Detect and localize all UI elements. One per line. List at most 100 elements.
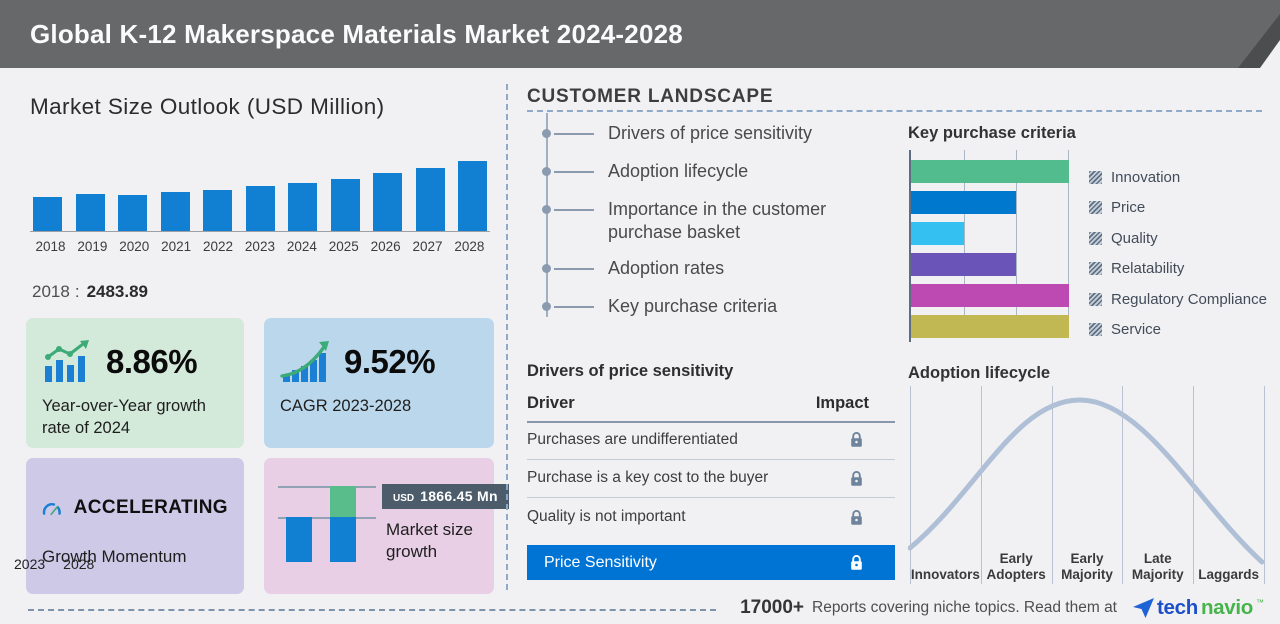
footer: 17000+ Reports covering niche topics. Re… <box>740 592 1264 624</box>
column-impact: Impact <box>816 394 869 413</box>
market-size-year-axis: 2018201920202021202220232024202520262027… <box>30 239 490 254</box>
stage-label-late-majority: Late Majority <box>1122 539 1194 583</box>
growth-bar-2023 <box>286 517 312 562</box>
driver-row-2: Purchase is a key cost to the buyer <box>527 460 895 499</box>
price-sensitivity-table-header: Driver Impact <box>527 394 895 423</box>
key-purchase-criteria-title: Key purchase criteria <box>908 124 1076 143</box>
yoy-icon-row: 8.86% <box>42 340 228 384</box>
logo-tech: tech <box>1157 596 1198 620</box>
stage-label-early-adopters: Early Adopters <box>980 539 1052 583</box>
legend-swatch-icon <box>1089 171 1102 184</box>
driver-label: Purchases are undifferentiated <box>527 431 738 449</box>
growth-top-line <box>278 486 376 488</box>
landscape-item-3: Importance in the customer purchase bask… <box>546 198 894 243</box>
landscape-item-5: Key purchase criteria <box>546 295 894 319</box>
growth-end-year: 2028 <box>63 556 94 572</box>
legend-label: Regulatory Compliance <box>1111 291 1267 308</box>
market-size-bar-2019 <box>76 194 105 231</box>
stage-label-innovators: Innovators <box>909 539 981 583</box>
year-label-2028: 2028 <box>449 239 490 254</box>
year-label-2018: 2018 <box>30 239 71 254</box>
market-size-bar-2018 <box>33 197 62 231</box>
base-year-label: 2018 <box>32 282 70 301</box>
customer-landscape-title: CUSTOMER LANDSCAPE <box>527 86 773 108</box>
driver-row-1: Purchases are undifferentiated <box>527 421 895 460</box>
kpc-bar-innovation <box>911 160 1069 183</box>
cagr-card: 9.52% CAGR 2023-2028 <box>264 318 494 448</box>
kpc-bar-row-relatability <box>911 253 1069 284</box>
momentum-value: ACCELERATING <box>74 497 228 519</box>
bar-chart-trend-icon <box>42 340 94 384</box>
dashed-underline <box>527 110 1262 112</box>
kpc-legend-item-regulatory-compliance: Regulatory Compliance <box>1089 284 1267 315</box>
legend-swatch-icon <box>1089 232 1102 245</box>
footer-note: Reports covering niche topics. Read them… <box>812 599 1117 617</box>
year-label-2020: 2020 <box>114 239 155 254</box>
kpc-bar-row-service <box>911 315 1069 346</box>
stat-cards-grid: 8.86% Year-over-Year growth rate of 2024… <box>26 318 494 594</box>
yoy-growth-caption: Year-over-Year growth rate of 2024 <box>42 396 228 440</box>
legend-label: Service <box>1111 321 1161 338</box>
growth-bar-2028 <box>330 517 356 562</box>
market-size-bar-2024 <box>288 183 317 231</box>
legend-swatch-icon <box>1089 262 1102 275</box>
stage-label-laggards: Laggards <box>1193 539 1265 583</box>
kpc-bar-row-quality <box>911 222 1069 253</box>
kpc-legend-item-quality: Quality <box>1089 223 1267 254</box>
kpc-bar-row-innovation <box>911 160 1069 191</box>
base-year-line: 2018:2483.89 <box>32 282 148 302</box>
growth-caption: Market size growth <box>386 519 480 564</box>
legend-swatch-icon <box>1089 201 1102 214</box>
year-label-2027: 2027 <box>407 239 448 254</box>
landscape-item-1: Drivers of price sensitivity <box>546 122 894 146</box>
kpc-legend-item-service: Service <box>1089 315 1267 346</box>
market-size-bar-2021 <box>161 192 190 231</box>
lock-icon <box>849 509 864 526</box>
market-size-bar-2027 <box>416 168 445 231</box>
market-size-bar-2023 <box>246 186 275 231</box>
market-size-bar-2025 <box>331 179 360 231</box>
base-year-value: 2483.89 <box>87 282 148 301</box>
technavio-logo[interactable]: technavio™ <box>1133 596 1264 620</box>
year-label-2023: 2023 <box>239 239 280 254</box>
driver-row-3: Quality is not important <box>527 498 895 537</box>
growth-amount: 1866.45 Mn <box>420 488 498 504</box>
technavio-arrow-icon <box>1133 598 1154 618</box>
driver-label: Purchase is a key cost to the buyer <box>527 469 768 487</box>
cagr-value: 9.52% <box>344 343 435 381</box>
momentum-card: ACCELERATING Growth Momentum <box>26 458 244 594</box>
legend-swatch-icon <box>1089 293 1102 306</box>
year-label-2026: 2026 <box>365 239 406 254</box>
kpc-bar-relatability <box>911 253 1016 276</box>
landscape-item-label: Adoption lifecycle <box>608 161 748 181</box>
column-driver: Driver <box>527 394 575 413</box>
landscape-item-label: Adoption rates <box>608 258 724 278</box>
year-label-2025: 2025 <box>323 239 364 254</box>
landscape-item-4: Adoption rates <box>546 257 894 281</box>
market-growth-card: USD 1866.45 Mn Market size growth <box>264 458 494 594</box>
kpc-bar-price <box>911 191 1016 214</box>
growth-arrow-icon <box>280 340 332 384</box>
adoption-lifecycle-chart: InnovatorsEarly AdoptersEarly MajorityLa… <box>908 386 1264 584</box>
highlight-label: Price Sensitivity <box>544 554 657 572</box>
page-title: Global K-12 Makerspace Materials Market … <box>0 0 1280 68</box>
yoy-growth-card: 8.86% Year-over-Year growth rate of 2024 <box>26 318 244 448</box>
footer-dashed-line <box>28 609 716 611</box>
year-label-2021: 2021 <box>156 239 197 254</box>
kpc-bar-service <box>911 315 1069 338</box>
base-year-separator: : <box>75 282 80 301</box>
growth-mini-axis: 2023 2028 <box>14 556 124 572</box>
market-size-bar-chart <box>30 146 490 232</box>
page-fold-icon <box>1180 0 1280 68</box>
market-size-bar-2028 <box>458 161 487 231</box>
lock-icon <box>849 431 864 448</box>
market-size-bar-2026 <box>373 173 402 231</box>
year-label-2024: 2024 <box>281 239 322 254</box>
market-size-title: Market Size Outlook (USD Million) <box>30 94 385 120</box>
cagr-icon-row: 9.52% <box>280 340 478 384</box>
infographic-canvas: Global K-12 Makerspace Materials Market … <box>0 0 1280 624</box>
price-sensitivity-title: Drivers of price sensitivity <box>527 362 733 381</box>
logo-navio: navio <box>1201 596 1253 620</box>
report-count: 17000+ <box>740 597 804 619</box>
cagr-caption: CAGR 2023-2028 <box>280 396 478 418</box>
